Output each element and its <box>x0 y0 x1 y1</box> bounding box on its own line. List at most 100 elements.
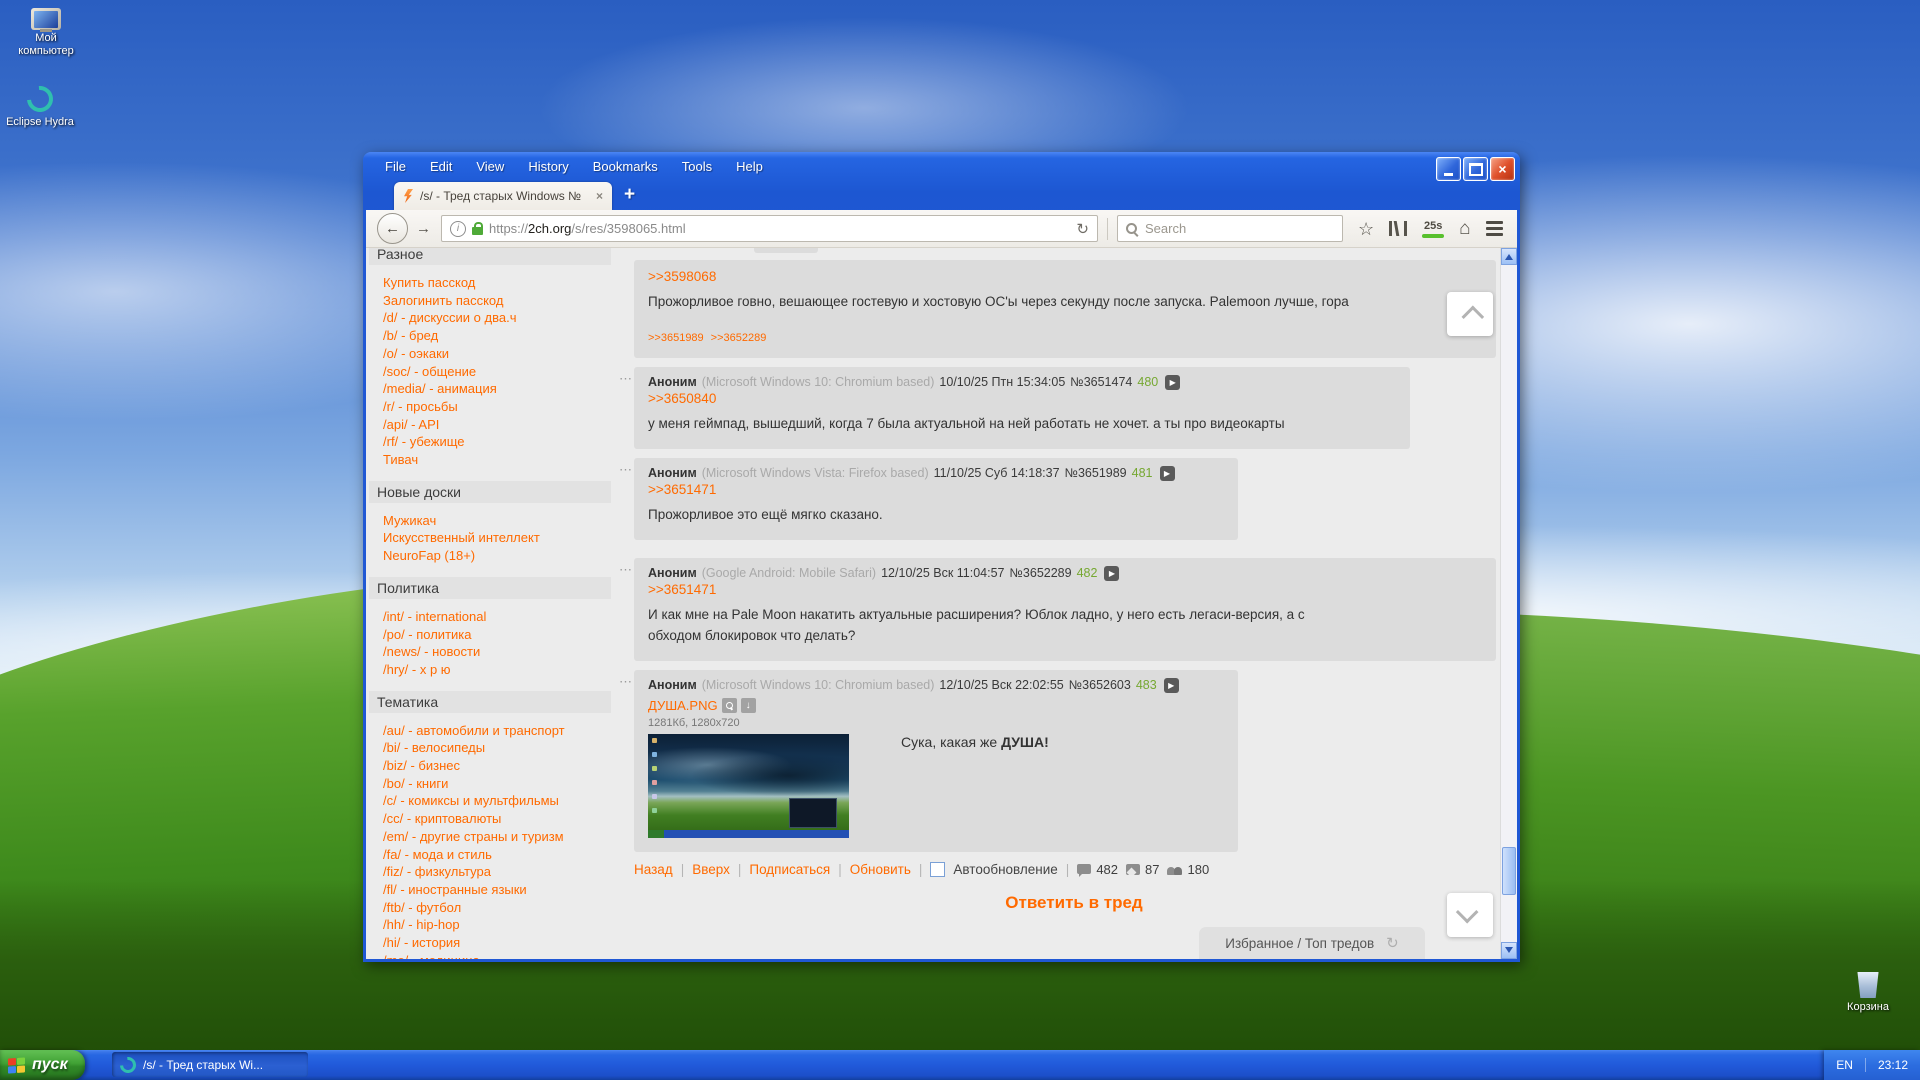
library-icon[interactable] <box>1389 221 1407 236</box>
reply-link[interactable]: >>3651471 <box>648 482 716 497</box>
post-number[interactable]: №3651474 <box>1070 375 1132 389</box>
image-thumbnail[interactable] <box>648 734 849 838</box>
vertical-scrollbar[interactable] <box>1500 248 1517 959</box>
tab-close-icon[interactable]: × <box>596 189 603 203</box>
desktop-icon-eclipse-hydra[interactable]: Eclipse Hydra <box>0 86 80 129</box>
refresh-icon[interactable]: ↻ <box>1386 934 1399 952</box>
nav-back-link[interactable]: Назад <box>634 862 673 877</box>
url-bar[interactable]: i https://2ch.org/s/res/3598065.html ↻ <box>441 215 1098 242</box>
sidebar-link[interactable]: /biz/ - бизнес <box>383 757 614 775</box>
nav-up-link[interactable]: Вверх <box>692 862 730 877</box>
bookmark-star-icon[interactable]: ☆ <box>1358 220 1374 238</box>
favorites-bar[interactable]: Избранное / Топ тредов ↻ <box>1199 927 1425 959</box>
language-indicator[interactable]: EN <box>1836 1058 1853 1072</box>
sidebar-link[interactable]: /o/ - оэкаки <box>383 345 614 363</box>
sidebar-link[interactable]: /rf/ - убежище <box>383 433 614 451</box>
post-menu-dots-icon[interactable]: ⋯ <box>619 674 633 690</box>
sidebar-link[interactable]: Залогинить пасскод <box>383 292 614 310</box>
sidebar-link[interactable]: Тивач <box>383 451 614 469</box>
page-info-icon[interactable]: i <box>450 221 466 237</box>
reply-link[interactable]: >>3650840 <box>648 391 716 406</box>
sidebar-link[interactable]: /b/ - бред <box>383 327 614 345</box>
maximize-button[interactable] <box>1463 157 1488 181</box>
backlink[interactable]: >>3652289 <box>711 332 767 344</box>
home-icon[interactable]: ⌂ <box>1459 219 1470 238</box>
sidebar-link[interactable]: NeuroFap (18+) <box>383 547 614 565</box>
post-number[interactable]: №3652289 <box>1010 566 1072 580</box>
menu-item[interactable]: History <box>528 159 568 174</box>
menu-item[interactable]: View <box>476 159 504 174</box>
menu-item[interactable]: Bookmarks <box>593 159 658 174</box>
scrollbar-down-button[interactable] <box>1501 942 1517 959</box>
close-button[interactable]: × <box>1490 157 1515 181</box>
sidebar-link[interactable]: /em/ - другие страны и туризм <box>383 828 614 846</box>
sidebar-link[interactable]: /fiz/ - физкультура <box>383 863 614 881</box>
post-menu-dots-icon[interactable]: ⋯ <box>619 371 633 387</box>
sidebar-link[interactable]: /me/ - медицина <box>383 952 614 959</box>
sidebar-link[interactable]: /au/ - автомобили и транспорт <box>383 722 614 740</box>
hamburger-menu-icon[interactable] <box>1486 221 1503 236</box>
reply-link[interactable]: >>3598068 <box>648 269 716 284</box>
sidebar-link[interactable]: /ftb/ - футбол <box>383 899 614 917</box>
scroll-to-top-button[interactable] <box>1447 292 1493 336</box>
timer-extension-icon[interactable]: 25s <box>1422 220 1444 238</box>
desktop-icon-my-computer[interactable]: Мой компьютер <box>6 8 86 58</box>
file-zoom-icon[interactable] <box>722 698 737 713</box>
sidebar-link[interactable]: /int/ - international <box>383 608 614 626</box>
post-menu-dots-icon[interactable]: ⋯ <box>619 462 633 478</box>
sidebar-link[interactable]: Мужикач <box>383 512 614 530</box>
sidebar-link[interactable]: /bo/ - книги <box>383 775 614 793</box>
scroll-to-bottom-button[interactable] <box>1447 893 1493 937</box>
menu-item[interactable]: Help <box>736 159 763 174</box>
desktop-icon-recycle-bin[interactable]: Корзина <box>1828 972 1908 1014</box>
file-download-icon[interactable]: ↓ <box>741 698 756 713</box>
sidebar-link[interactable]: /bi/ - велосипеды <box>383 739 614 757</box>
backlink[interactable]: >>3651989 <box>648 332 704 344</box>
sidebar-link[interactable]: /hh/ - hip-hop <box>383 916 614 934</box>
sidebar-link[interactable]: /soc/ - общение <box>383 363 614 381</box>
sidebar-link[interactable]: Купить пасскод <box>383 274 614 292</box>
post-menu-dots-icon[interactable]: ⋯ <box>619 562 633 578</box>
nav-subscribe-link[interactable]: Подписаться <box>749 862 830 877</box>
post-number[interactable]: №3651989 <box>1065 466 1127 480</box>
menu-item[interactable]: Tools <box>682 159 712 174</box>
play-button-icon[interactable]: ▶ <box>1165 375 1180 390</box>
sidebar-link[interactable]: /hry/ - х р ю <box>383 661 614 679</box>
menu-item[interactable]: Edit <box>430 159 452 174</box>
sidebar-link[interactable]: /r/ - просьбы <box>383 398 614 416</box>
play-button-icon[interactable]: ▶ <box>1104 566 1119 581</box>
start-button[interactable]: пуск <box>0 1050 85 1080</box>
sidebar-link[interactable]: /news/ - новости <box>383 643 614 661</box>
taskbar-clock[interactable]: 23:12 <box>1865 1058 1908 1072</box>
search-box[interactable] <box>1117 215 1343 242</box>
play-button-icon[interactable]: ▶ <box>1160 466 1175 481</box>
sidebar-link[interactable]: /c/ - комиксы и мультфильмы <box>383 792 614 810</box>
sidebar-link[interactable]: /po/ - политика <box>383 626 614 644</box>
reload-icon[interactable]: ↻ <box>1076 220 1089 238</box>
tab-active[interactable]: /s/ - Тред старых Windows № × <box>394 182 612 210</box>
nav-refresh-link[interactable]: Обновить <box>850 862 911 877</box>
sidebar-link[interactable]: /fa/ - мода и стиль <box>383 846 614 864</box>
sidebar-link[interactable]: /media/ - анимация <box>383 380 614 398</box>
search-input[interactable] <box>1143 220 1297 237</box>
taskbar-app-button[interactable]: /s/ - Тред старых Wi... <box>112 1052 308 1077</box>
scrollbar-thumb[interactable] <box>1502 847 1516 895</box>
sidebar-link[interactable]: /fl/ - иностранные языки <box>383 881 614 899</box>
scrollbar-up-button[interactable] <box>1501 248 1517 265</box>
sidebar-link[interactable]: Искусственный интеллект <box>383 529 614 547</box>
file-name-link[interactable]: ДУША.PNG <box>648 698 718 713</box>
menu-item[interactable]: File <box>385 159 406 174</box>
post-number[interactable]: №3652603 <box>1069 678 1131 692</box>
autoupdate-checkbox[interactable] <box>930 862 945 877</box>
play-button-icon[interactable]: ▶ <box>1164 678 1179 693</box>
reply-link[interactable]: >>3651471 <box>648 582 716 597</box>
sidebar-link[interactable]: /cc/ - криптовалюты <box>383 810 614 828</box>
minimize-button[interactable] <box>1436 157 1461 181</box>
new-tab-button[interactable]: + <box>624 184 635 206</box>
reply-to-thread-button[interactable]: Ответить в тред <box>634 893 1514 913</box>
forward-button[interactable]: → <box>416 220 431 237</box>
sidebar-link[interactable]: /api/ - API <box>383 416 614 434</box>
back-button[interactable]: ← <box>377 213 408 244</box>
sidebar-link[interactable]: /d/ - дискуссии о два.ч <box>383 309 614 327</box>
sidebar-link[interactable]: /hi/ - история <box>383 934 614 952</box>
